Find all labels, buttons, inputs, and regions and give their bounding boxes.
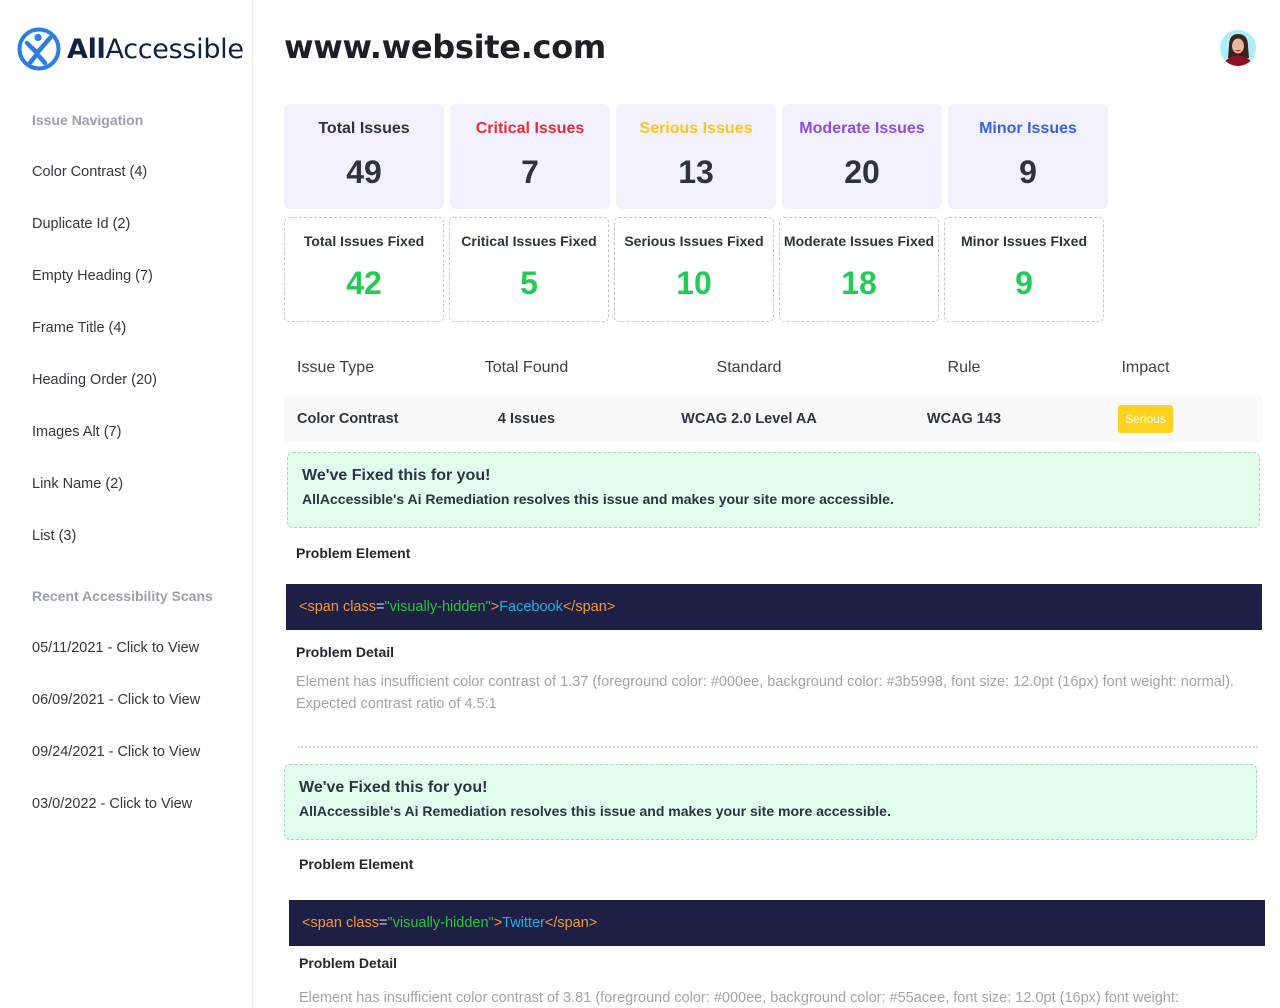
issue-navigation-list: Color Contrast (4) Duplicate Id (2) Empt… [32, 164, 157, 580]
code-close-tag: </span> [562, 599, 616, 615]
code-gt: > [493, 915, 503, 931]
fixed-stats-row: Total Issues Fixed 42 Critical Issues Fi… [284, 217, 1104, 322]
brand-name: AllAccessible [67, 34, 244, 65]
scan-link[interactable]: 03/0/2022 - Click to View [32, 796, 200, 848]
site-title: www.website.com [284, 28, 606, 66]
fixed-card-total: Total Issues Fixed 42 [284, 217, 444, 322]
problem-element-label: Problem Element [299, 856, 414, 872]
fixed-value: 10 [676, 265, 712, 301]
cell-standard: WCAG 2.0 Level AA [681, 411, 817, 427]
fixed-card-minor: Minor Issues FIxed 9 [944, 217, 1104, 322]
issue-nav-item[interactable]: List (3) [32, 528, 157, 580]
issue-nav-item[interactable]: Empty Heading (7) [32, 268, 157, 320]
stat-value: 20 [844, 154, 880, 190]
fixed-card-serious: Serious Issues Fixed 10 [614, 217, 774, 322]
column-header-total-found: Total Found [484, 359, 569, 376]
fixed-value: 9 [1015, 265, 1033, 301]
fixed-card-moderate: Moderate Issues Fixed 18 [779, 217, 939, 322]
table-row[interactable]: Color Contrast 4 Issues WCAG 2.0 Level A… [284, 396, 1262, 442]
problem-detail-label: Problem Detail [299, 955, 398, 971]
cell-rule: WCAG 143 [926, 411, 1002, 427]
problem-detail-text: Element has insufficient color contrast … [299, 990, 1179, 1006]
issue-stats-row: Total Issues 49 Critical Issues 7 Seriou… [284, 104, 1108, 209]
fixed-notice-description: AllAccessible's Ai Remediation resolves … [299, 803, 891, 819]
stat-card-serious: Serious Issues 13 [616, 104, 776, 209]
problem-detail-label: Problem Detail [296, 644, 395, 660]
scan-link[interactable]: 05/11/2021 - Click to View [32, 640, 200, 692]
sidebar: AllAccessible Issue Navigation Color Con… [0, 0, 253, 1008]
stat-card-critical: Critical Issues 7 [450, 104, 610, 209]
brand-logo[interactable]: AllAccessible [16, 26, 244, 72]
problem-element-code[interactable]: <span class="visually-hidden">Facebook</… [286, 584, 1262, 630]
fixed-notice-description: AllAccessible's Ai Remediation resolves … [302, 491, 894, 507]
issue-nav-item[interactable]: Heading Order (20) [32, 372, 157, 424]
fixed-notice-title: We've Fixed this for you! [299, 779, 488, 796]
column-header-standard: Standard [716, 359, 782, 376]
brand-name-bold: All [67, 33, 106, 65]
stat-label: Moderate Issues [799, 120, 925, 137]
issue-nav-item[interactable]: Frame Title (4) [32, 320, 157, 372]
column-header-issue-type: Issue Type [297, 359, 375, 376]
fixed-notice: We've Fixed this for you! AllAccessible'… [284, 764, 1257, 840]
cell-issue-type: Color Contrast [297, 411, 399, 427]
scan-link[interactable]: 06/09/2021 - Click to View [32, 692, 200, 744]
fixed-label: Moderate Issues Fixed [783, 233, 935, 249]
problem-element-code[interactable]: <span class="visually-hidden">Twitter</s… [289, 900, 1265, 946]
issue-nav-item[interactable]: Color Contrast (4) [32, 164, 157, 216]
code-attr: class [342, 599, 376, 615]
code-gt: > [490, 599, 500, 615]
impact-badge: Serious [1118, 405, 1173, 433]
fixed-value: 18 [841, 265, 877, 301]
code-string: "visually-hidden" [384, 599, 491, 615]
code-string: "visually-hidden" [387, 915, 494, 931]
fixed-label: Critical Issues Fixed [461, 233, 597, 249]
fixed-value: 42 [346, 265, 382, 301]
scan-link[interactable]: 09/24/2021 - Click to View [32, 744, 200, 796]
stat-value: 49 [346, 154, 382, 190]
stat-label: Total Issues [318, 120, 410, 137]
stat-card-minor: Minor Issues 9 [948, 104, 1108, 209]
stat-label: Minor Issues [979, 120, 1077, 137]
issue-nav-item[interactable]: Duplicate Id (2) [32, 216, 157, 268]
recent-scans-heading: Recent Accessibility Scans [32, 588, 213, 604]
stat-card-moderate: Moderate Issues 20 [782, 104, 942, 209]
column-header-impact: Impact [1121, 359, 1170, 376]
stat-label: Serious Issues [639, 120, 753, 137]
column-header-rule: Rule [947, 359, 981, 376]
stat-value: 13 [678, 154, 714, 190]
issue-nav-item[interactable]: Images Alt (7) [32, 424, 157, 476]
fixed-notice-title: We've Fixed this for you! [302, 467, 491, 484]
fixed-label: Minor Issues FIxed [960, 233, 1088, 249]
finding-divider [298, 746, 1258, 748]
cell-impact: Serious [1029, 405, 1262, 433]
code-text: Facebook [499, 599, 563, 615]
issue-table: Issue Type Total Found Standard Rule Imp… [284, 350, 1262, 442]
code-open-tag: <span [302, 915, 346, 931]
code-open-tag: <span [299, 599, 343, 615]
fixed-notice: We've Fixed this for you! AllAccessible'… [287, 452, 1260, 528]
issue-navigation-heading: Issue Navigation [32, 112, 144, 128]
table-header: Issue Type Total Found Standard Rule Imp… [284, 350, 1262, 386]
fixed-card-critical: Critical Issues Fixed 5 [449, 217, 609, 322]
stat-value: 7 [521, 154, 539, 190]
code-text: Twitter [502, 915, 545, 931]
fixed-label: Total Issues Fixed [303, 233, 425, 249]
cell-total-found: 4 Issues [497, 411, 556, 427]
allaccessible-logo-icon [17, 27, 61, 71]
stat-label: Critical Issues [475, 120, 585, 137]
recent-scans-list: 05/11/2021 - Click to View 06/09/2021 - … [32, 640, 200, 848]
problem-element-label: Problem Element [296, 545, 411, 561]
stat-card-total: Total Issues 49 [284, 104, 444, 209]
code-attr: class [345, 915, 379, 931]
fixed-label: Serious Issues Fixed [624, 233, 764, 249]
avatar-photo-icon [1220, 30, 1256, 66]
fixed-value: 5 [520, 265, 538, 301]
problem-detail-text: Element has insufficient color contrast … [296, 674, 1234, 712]
code-close-tag: </span> [544, 915, 598, 931]
user-avatar[interactable] [1220, 30, 1256, 66]
brand-name-rest: Accessible [105, 33, 244, 65]
issue-nav-item[interactable]: Link Name (2) [32, 476, 157, 528]
stat-value: 9 [1019, 154, 1037, 190]
